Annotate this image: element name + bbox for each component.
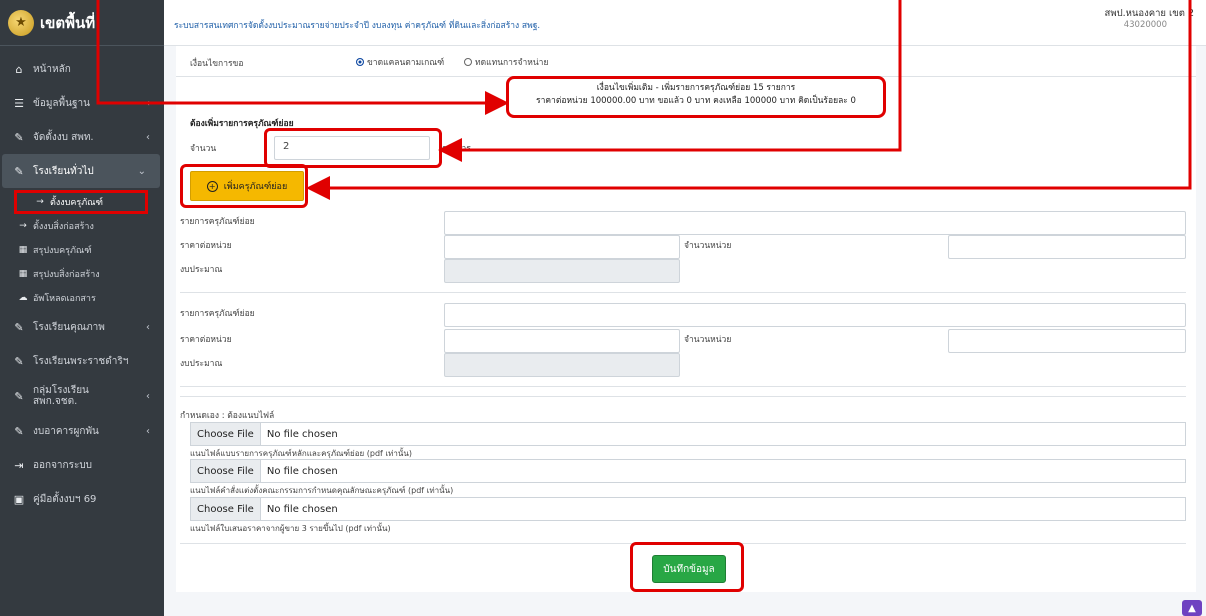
price-input-1[interactable] [444,235,680,259]
logo-icon: ★ [8,9,34,36]
sidebar-item-office-budget[interactable]: ✎ จัดตั้งงบ สพท. ‹ [0,120,164,154]
logout-icon: ⇥ [14,458,24,472]
chevron-left-icon: ‹ [146,131,150,143]
sidebar-item-construction-budget[interactable]: → ตั้งงบสิ่งก่อสร้าง [0,214,164,238]
radio-replacement[interactable]: ทดแทนการจำหน่าย [464,55,548,69]
sidebar-item-school-group[interactable]: ✎ กลุ่มโรงเรียน สพก.จชต. ‹ [0,378,164,414]
radio-shortage[interactable]: ขาดแคลนตามเกณฑ์ [356,55,444,69]
chevron-left-icon: ‹ [146,390,150,402]
condition-notice: เงื่อนไขเพิ่มเติม - เพิ่มรายการครุภัณฑ์ย… [506,76,886,118]
radio-unchecked-icon [464,58,472,66]
sidebar-item-committed-building[interactable]: ✎ งบอาคารผูกพัน ‹ [0,414,164,448]
units-input-2[interactable] [948,329,1186,353]
condition-label: เงื่อนไขการขอ [190,59,244,69]
sidebar-item-home[interactable]: ⌂ หน้าหลัก [0,52,164,86]
units-label-2: จำนวนหน่วย [684,335,732,345]
file-input-3[interactable]: Choose File No file chosen [190,497,1186,521]
file-input-1[interactable]: Choose File No file chosen [190,422,1186,446]
sidebar-nav: ⌂ หน้าหลัก ☰ ข้อมูลพื้นฐาน ‹ ✎ จัดตั้งงบ สพท… [0,46,164,516]
chevron-left-icon: ‹ [146,97,150,109]
brand-name: เขตพื้นที่ [40,13,96,32]
sidebar: ★ เขตพื้นที่ ⌂ หน้าหลัก ☰ ข้อมูลพื้นฐาน ‹ ✎… [0,0,164,616]
item-label-2: รายการครุภัณฑ์ย่อย [180,309,255,319]
price-label-1: ราคาต่อหน่วย [180,241,232,251]
sidebar-item-basic-data[interactable]: ☰ ข้อมูลพื้นฐาน ‹ [0,86,164,120]
arrow-icon: → [36,197,44,207]
budget-output-1 [444,259,680,283]
price-label-2: ราคาต่อหน่วย [180,335,232,345]
qty-label: จำนวน [190,144,217,154]
divider [180,292,1186,293]
choose-file-button[interactable]: Choose File [191,423,261,445]
sidebar-item-equipment-budget[interactable]: → ตั้งงบครุภัณฑ์ [14,190,148,214]
radio-checked-icon [356,58,364,66]
arrow-up-icon: ▲ [1188,602,1196,614]
budget-output-2 [444,353,680,377]
form-card: เงื่อนไขการขอ ขาดแคลนตามเกณฑ์ ทดแทนการจำ… [176,46,1196,592]
notice-line-2: ราคาต่อหน่วย 100000.00 บาท ขอแล้ว 0 บาท … [536,96,856,106]
brand[interactable]: ★ เขตพื้นที่ [0,0,164,46]
sidebar-item-general-schools[interactable]: ✎ โรงเรียนทั่วไป ⌄ [2,154,160,188]
budget-label-1: งบประมาณ [180,265,223,275]
divider [180,386,1186,387]
edit-icon: ✎ [14,130,24,144]
home-icon: ⌂ [15,62,23,76]
office-code: 43020000 [1123,20,1167,30]
office-name[interactable]: สพป.หนองคาย เขต 2 [1105,6,1194,21]
sliders-icon: ☰ [14,96,24,110]
item-label-1: รายการครุภัณฑ์ย่อย [180,217,255,227]
edit-icon: ✎ [14,164,24,178]
choose-file-button[interactable]: Choose File [191,460,261,482]
notice-line-1: เงื่อนไขเพิ่มเติม - เพิ่มรายการครุภัณฑ์ย… [596,83,796,93]
units-input-1[interactable] [948,235,1186,259]
save-button[interactable]: บันทึกข้อมูล [652,555,726,583]
custom-label: กำหนดเอง : ต้องแนบไฟล์ [180,411,275,421]
price-input-2[interactable] [444,329,680,353]
item-name-input-2[interactable] [444,303,1186,327]
sidebar-item-equipment-summary[interactable]: ▦ สรุปงบครุภัณฑ์ [0,238,164,262]
sidebar-item-quality-schools[interactable]: ✎ โรงเรียนคุณภาพ ‹ [0,310,164,344]
table-icon: ▦ [18,269,28,279]
system-title: ระบบสารสนเทศการจัดตั้งงบประมาณรายจ่ายประ… [174,21,541,31]
item-name-input-1[interactable] [444,211,1186,235]
arrow-icon: → [19,221,27,231]
edit-icon: ✎ [14,354,24,368]
sidebar-item-upload-docs[interactable]: ☁ อัพโหลดเอกสาร [0,286,164,310]
edit-icon: ✎ [14,320,24,334]
add-subitem-button[interactable]: + เพิ่มครุภัณฑ์ย่อย [190,171,304,201]
edit-icon: ✎ [14,424,24,438]
divider [180,396,1186,397]
units-label-1: จำนวนหน่วย [684,241,732,251]
file-input-2[interactable]: Choose File No file chosen [190,459,1186,483]
edit-icon: ✎ [14,389,24,403]
budget-label-2: งบประมาณ [180,359,223,369]
top-header: ระบบสารสนเทศการจัดตั้งงบประมาณรายจ่ายประ… [164,0,1206,46]
chevron-left-icon: ‹ [146,321,150,333]
file-status: No file chosen [266,503,338,515]
chevron-left-icon: ‹ [146,425,150,437]
upload-icon: ☁ [18,293,28,303]
sidebar-item-construction-summary[interactable]: ▦ สรุปงบสิ่งก่อสร้าง [0,262,164,286]
table-icon: ▦ [18,245,28,255]
sidebar-item-logout[interactable]: ⇥ ออกจากระบบ [0,448,164,482]
plus-circle-icon: + [206,180,218,192]
file-status: No file chosen [266,465,338,477]
choose-file-button[interactable]: Choose File [191,498,261,520]
book-icon: ▣ [13,492,25,506]
qty-input[interactable]: 2 [274,136,430,160]
file-hint-3: แนบไฟล์ใบเสนอราคาจากผู้ขาย 3 รายขึ้นไป (… [190,524,391,533]
sidebar-item-royal-schools[interactable]: ✎ โรงเรียนพระราชดำริฯ [0,344,164,378]
scroll-top-button[interactable]: ▲ [1182,600,1202,616]
file-status: No file chosen [266,428,338,440]
file-hint-2: แนบไฟล์คำสั่งแต่งตั้งคณะกรรมการกำหนดคุณล… [190,486,454,495]
sidebar-item-manual[interactable]: ▣ คู่มือตั้งงบฯ 69 [0,482,164,516]
qty-unit: รายการ [442,144,471,154]
chevron-down-icon: ⌄ [137,165,146,177]
